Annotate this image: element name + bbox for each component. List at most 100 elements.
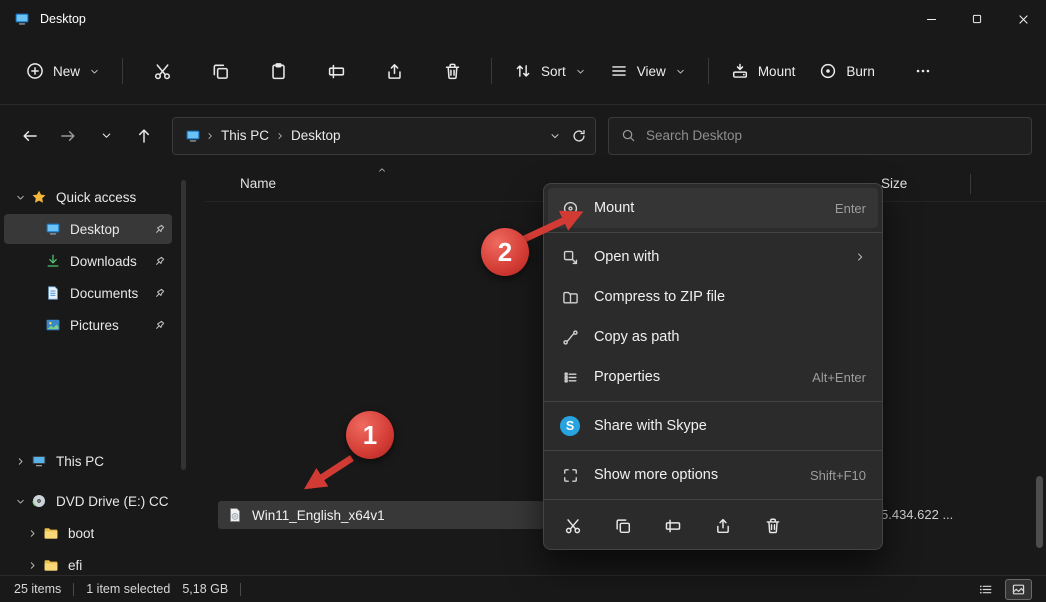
context-rename-button[interactable] — [654, 509, 691, 543]
address-dropdown-icon[interactable] — [549, 130, 561, 142]
sidebar-item-boot[interactable]: boot — [4, 518, 172, 548]
back-button[interactable] — [12, 119, 48, 153]
more-options-button[interactable] — [901, 52, 945, 90]
file-row-selected[interactable]: Win11_English_x64v1 — [218, 501, 544, 529]
context-menu-item-copy-as-path[interactable]: Copy as path — [548, 317, 878, 357]
sort-ascending-icon — [377, 165, 387, 175]
context-menu-label: Share with Skype — [594, 418, 707, 434]
sidebar-item-desktop[interactable]: Desktop — [4, 214, 172, 244]
chevron-right-icon[interactable] — [10, 456, 30, 467]
address-bar[interactable]: This PC Desktop — [172, 117, 596, 155]
command-bar: New Sort View Mount Burn — [0, 38, 1046, 105]
chevron-right-icon[interactable] — [22, 560, 42, 571]
document-icon — [44, 285, 62, 301]
column-divider[interactable] — [970, 174, 971, 194]
view-button[interactable]: View — [598, 53, 698, 89]
cut-button[interactable] — [140, 52, 184, 90]
recent-locations-button[interactable] — [88, 119, 124, 153]
copy-button[interactable] — [198, 52, 242, 90]
search-input[interactable] — [646, 128, 1019, 143]
plus-circle-icon — [26, 62, 44, 80]
context-menu-shortcut: Enter — [835, 201, 866, 216]
breadcrumb-this-pc[interactable]: This PC — [215, 124, 275, 147]
context-menu-label: Compress to ZIP file — [594, 289, 725, 305]
forward-button[interactable] — [50, 119, 86, 153]
context-menu-label: Properties — [594, 369, 660, 385]
back-arrow-icon — [21, 127, 39, 145]
context-menu-label: Show more options — [594, 467, 718, 483]
mount-icon — [560, 200, 580, 217]
column-header-size[interactable]: Size — [881, 176, 907, 191]
sidebar-item-quick-access[interactable]: Quick access — [4, 182, 172, 212]
sort-label: Sort — [541, 64, 566, 79]
minimize-button[interactable] — [908, 0, 954, 38]
item-count: 25 items — [14, 582, 61, 596]
sort-button[interactable]: Sort — [502, 53, 598, 89]
selection-size: 5,18 GB — [182, 582, 228, 596]
context-copy-button[interactable] — [604, 509, 641, 543]
search-box[interactable] — [608, 117, 1032, 155]
sidebar-item-this-pc[interactable]: This PC — [4, 446, 172, 476]
sidebar-item-documents[interactable]: Documents — [4, 278, 172, 308]
context-menu-item-mount[interactable]: Mount Enter — [548, 188, 878, 228]
step-number: 1 — [363, 420, 377, 451]
sidebar-scrollbar[interactable] — [181, 180, 186, 470]
context-cut-button[interactable] — [554, 509, 591, 543]
step-number: 2 — [498, 237, 512, 268]
show-more-icon — [560, 467, 580, 484]
pin-icon — [153, 255, 166, 268]
chevron-down-icon — [675, 66, 686, 77]
burn-label: Burn — [846, 64, 875, 79]
context-menu-item-open-with[interactable]: Open with — [548, 237, 878, 277]
pictures-icon — [44, 317, 62, 333]
chevron-down-icon[interactable] — [10, 496, 30, 507]
sidebar-item-pictures[interactable]: Pictures — [4, 310, 172, 340]
close-button[interactable] — [1000, 0, 1046, 38]
sidebar-label: boot — [68, 526, 94, 541]
context-share-button[interactable] — [704, 509, 741, 543]
sidebar-label: This PC — [56, 454, 104, 469]
scissors-icon — [153, 62, 172, 81]
dvd-disc-icon — [30, 493, 48, 509]
sidebar-item-dvd-drive[interactable]: DVD Drive (E:) CC — [4, 486, 172, 516]
burn-button[interactable]: Burn — [807, 53, 887, 89]
vertical-scrollbar[interactable] — [1036, 476, 1043, 548]
rename-button[interactable] — [314, 52, 358, 90]
share-icon — [714, 517, 732, 535]
new-button[interactable]: New — [14, 53, 112, 89]
sidebar-label: Downloads — [70, 254, 137, 269]
sidebar-item-efi[interactable]: efi — [4, 550, 172, 575]
mount-button[interactable]: Mount — [719, 53, 808, 89]
sidebar-label: efi — [68, 558, 82, 573]
chevron-right-icon[interactable] — [22, 528, 42, 539]
context-menu-item-show-more-options[interactable]: Show more options Shift+F10 — [548, 455, 878, 495]
share-button[interactable] — [372, 52, 416, 90]
delete-button[interactable] — [430, 52, 474, 90]
column-header-name[interactable]: Name — [240, 176, 276, 191]
refresh-icon[interactable] — [571, 128, 587, 144]
thumbnail-view-button[interactable] — [1005, 579, 1032, 600]
search-icon — [621, 128, 636, 143]
context-menu-item-share-skype[interactable]: S Share with Skype — [548, 406, 878, 446]
context-menu-item-compress-zip[interactable]: Compress to ZIP file — [548, 277, 878, 317]
sidebar-item-downloads[interactable]: Downloads — [4, 246, 172, 276]
paste-button[interactable] — [256, 52, 300, 90]
zip-icon — [560, 289, 580, 306]
folder-icon — [42, 525, 60, 541]
annotation-step-2: 2 — [481, 228, 529, 276]
skype-icon: S — [560, 416, 580, 436]
maximize-icon — [971, 13, 983, 25]
scissors-icon — [564, 517, 582, 535]
chevron-down-icon[interactable] — [10, 192, 30, 203]
maximize-button[interactable] — [954, 0, 1000, 38]
up-button[interactable] — [126, 119, 162, 153]
details-view-button[interactable] — [972, 579, 999, 600]
file-name: Win11_English_x64v1 — [252, 508, 385, 523]
toolbar-separator — [491, 58, 492, 84]
breadcrumb-desktop[interactable]: Desktop — [285, 124, 347, 147]
context-delete-button[interactable] — [754, 509, 791, 543]
close-icon — [1017, 13, 1030, 26]
context-quick-actions — [544, 504, 882, 545]
chevron-right-icon — [205, 131, 215, 141]
context-menu-item-properties[interactable]: Properties Alt+Enter — [548, 357, 878, 397]
